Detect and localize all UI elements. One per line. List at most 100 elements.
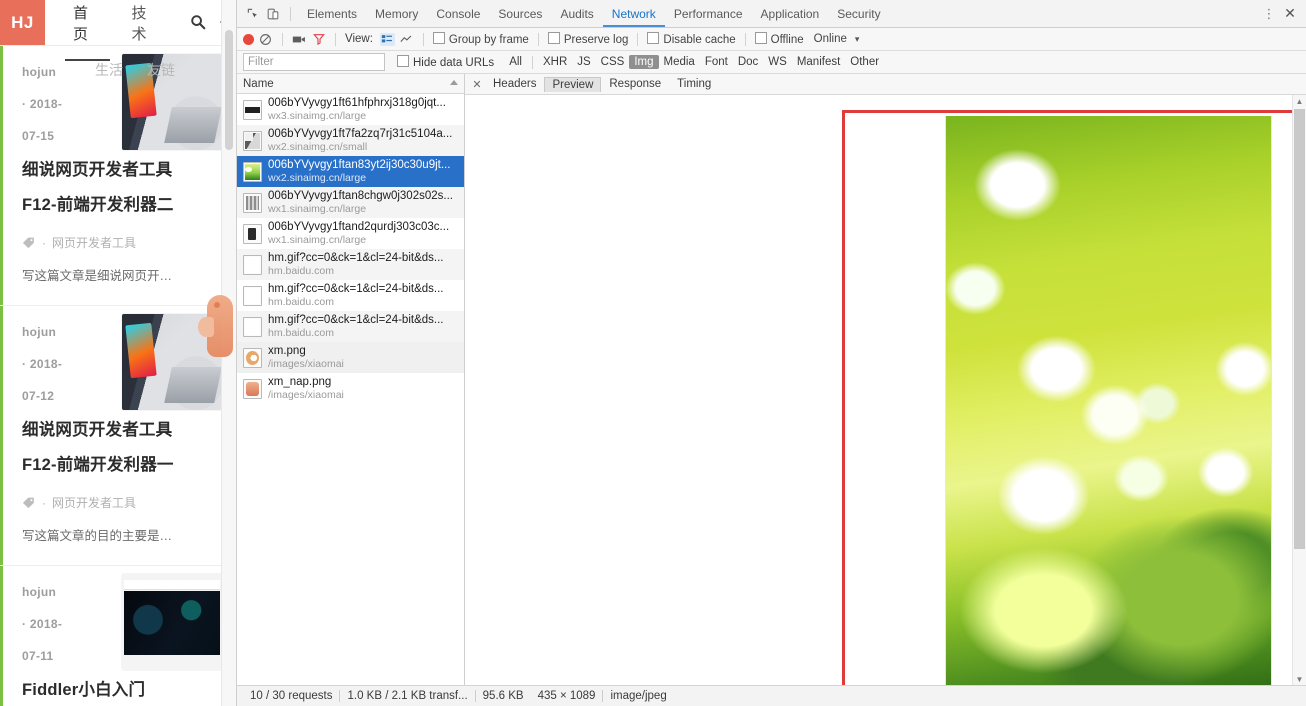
tab-security[interactable]: Security: [828, 1, 889, 27]
checkbox-box[interactable]: [397, 55, 409, 67]
tab-sources[interactable]: Sources: [489, 1, 551, 27]
filter-input[interactable]: Filter: [243, 53, 385, 71]
devtools-panel: Elements Memory Console Sources Audits N…: [236, 0, 1306, 706]
tabbar-divider: [290, 7, 291, 21]
sort-asc-icon[interactable]: [450, 80, 458, 85]
article-title-line1[interactable]: 细说网页开发者工具: [22, 154, 218, 187]
group-by-frame-checkbox[interactable]: Group by frame: [433, 32, 529, 46]
filter-type-all[interactable]: All: [504, 55, 527, 69]
preview-image-frame: [945, 116, 1272, 685]
article-title-line1[interactable]: Fiddler小白入门: [22, 674, 218, 706]
offline-checkbox[interactable]: Offline: [755, 32, 804, 46]
page-scrollbar-thumb[interactable]: [225, 30, 233, 150]
clear-icon[interactable]: [258, 32, 273, 47]
detail-tab-response[interactable]: Response: [601, 76, 669, 92]
filter-icon[interactable]: [311, 32, 326, 47]
more-options-icon[interactable]: ⋮: [1260, 6, 1278, 22]
filter-type-manifest[interactable]: Manifest: [792, 55, 845, 69]
webpage-panel: HJ 首页 技术 生活 友链 hojun: [0, 0, 236, 706]
filter-type-ws[interactable]: WS: [763, 55, 792, 69]
tab-network[interactable]: Network: [603, 1, 665, 27]
request-row[interactable]: xm.png/images/xiaomai: [237, 342, 464, 373]
request-row[interactable]: xm_nap.png/images/xiaomai: [237, 373, 464, 404]
article-tag-label[interactable]: 网页开发者工具: [52, 494, 136, 511]
preserve-log-checkbox[interactable]: Preserve log: [548, 32, 629, 46]
request-domain: wx3.sinaimg.cn/large: [268, 110, 366, 122]
filter-type-img[interactable]: Img: [629, 55, 658, 69]
filter-type-xhr[interactable]: XHR: [538, 55, 572, 69]
article-title-line2[interactable]: F12-前端开发利器一: [22, 449, 218, 482]
inspect-icon[interactable]: [243, 4, 263, 24]
chevron-down-icon[interactable]: ▾: [855, 34, 860, 45]
request-domain: hm.baidu.com: [268, 296, 334, 308]
disable-cache-checkbox[interactable]: Disable cache: [647, 32, 735, 46]
tabbar-right-group: ⋮ ✕: [1260, 5, 1300, 22]
request-name: 006bYVyvgy1ftan83yt2ij30c30u9jt...: [268, 159, 450, 171]
request-row[interactable]: hm.gif?cc=0&ck=1&cl=24-bit&ds...hm.baidu…: [237, 311, 464, 342]
article-title-line2[interactable]: F12-前端开发利器二: [22, 189, 218, 222]
preview-scrollbar-thumb[interactable]: [1294, 109, 1305, 549]
checkbox-box[interactable]: [433, 32, 445, 44]
preserve-log-label: Preserve log: [564, 34, 629, 46]
article-tag-label[interactable]: 网页开发者工具: [52, 234, 136, 251]
status-mime: image/jpeg: [603, 690, 673, 702]
preview-image: [946, 116, 1271, 685]
article-thumbnail: [122, 574, 222, 670]
close-detail-icon[interactable]: ✕: [469, 78, 485, 91]
filter-type-font[interactable]: Font: [700, 55, 733, 69]
online-label[interactable]: Online: [814, 33, 847, 45]
request-row[interactable]: 006bYVyvgy1ft7fa2zq7rj31c5104a...wx2.sin…: [237, 125, 464, 156]
filter-type-other[interactable]: Other: [845, 55, 884, 69]
checkbox-box[interactable]: [647, 32, 659, 44]
request-row-selected[interactable]: 006bYVyvgy1ftan83yt2ij30c30u9jt...wx2.si…: [237, 156, 464, 187]
request-row[interactable]: 006bYVyvgy1ft61hfphrxj318g0jqt...wx3.sin…: [237, 94, 464, 125]
site-logo[interactable]: HJ: [0, 0, 45, 45]
tab-memory[interactable]: Memory: [366, 1, 427, 27]
article-excerpt: 写这篇文章的目的主要是…: [22, 527, 218, 545]
preview-scrollbar[interactable]: ▲ ▼: [1292, 95, 1306, 685]
filter-type-doc[interactable]: Doc: [733, 55, 763, 69]
device-toolbar-icon[interactable]: [263, 4, 283, 24]
scroll-up-icon[interactable]: ▲: [1293, 95, 1306, 107]
toolbar-divider: [745, 33, 746, 46]
toolbar-divider: [423, 33, 424, 46]
record-icon[interactable]: [243, 34, 254, 45]
request-row[interactable]: hm.gif?cc=0&ck=1&cl=24-bit&ds...hm.baidu…: [237, 280, 464, 311]
detail-tab-timing[interactable]: Timing: [669, 76, 719, 92]
request-row[interactable]: 006bYVyvgy1ftand2qurdj303c03c...wx1.sina…: [237, 218, 464, 249]
tab-console[interactable]: Console: [427, 1, 489, 27]
list-view-icon[interactable]: [380, 33, 395, 46]
detail-tab-preview[interactable]: Preview: [544, 77, 601, 92]
search-icon[interactable]: [190, 14, 207, 31]
preview-body: ▲ ▼: [465, 95, 1306, 685]
filmstrip-icon[interactable]: [292, 32, 307, 47]
filter-divider: [532, 56, 533, 69]
request-row[interactable]: 006bYVyvgy1ftan8chgw0j302s02s...wx1.sina…: [237, 187, 464, 218]
request-thumbnail-icon: [243, 286, 262, 306]
mascot-decoration-icon: [207, 295, 233, 357]
nav-item-tech[interactable]: 技术: [130, 0, 163, 48]
tab-audits[interactable]: Audits: [551, 1, 602, 27]
filter-type-media[interactable]: Media: [659, 55, 700, 69]
filter-type-css[interactable]: CSS: [596, 55, 630, 69]
article-card[interactable]: hojun · 2018- 07-11 Fiddler小白入门 抓包 · 分析: [0, 566, 232, 706]
article-card[interactable]: hojun · 2018- 07-15 细说网页开发者工具 F12-前端开发利器…: [0, 46, 232, 306]
requests-column-header[interactable]: Name: [237, 74, 464, 94]
tab-elements[interactable]: Elements: [298, 1, 366, 27]
hide-data-urls-checkbox[interactable]: Hide data URLs: [397, 55, 494, 69]
request-domain: /images/xiaomai: [268, 358, 344, 370]
filter-type-js[interactable]: JS: [572, 55, 595, 69]
scroll-down-icon[interactable]: ▼: [1293, 673, 1306, 685]
request-row[interactable]: hm.gif?cc=0&ck=1&cl=24-bit&ds...hm.baidu…: [237, 249, 464, 280]
close-icon[interactable]: ✕: [1280, 5, 1300, 22]
wide-rows-icon[interactable]: [399, 33, 414, 46]
request-thumbnail-icon: [243, 317, 262, 337]
article-title-line1[interactable]: 细说网页开发者工具: [22, 414, 218, 447]
checkbox-box[interactable]: [755, 32, 767, 44]
tab-performance[interactable]: Performance: [665, 1, 752, 27]
nav-item-home[interactable]: 首页: [71, 0, 104, 48]
detail-tab-headers[interactable]: Headers: [485, 76, 544, 92]
tab-application[interactable]: Application: [752, 1, 829, 27]
checkbox-box[interactable]: [548, 32, 560, 44]
article-card[interactable]: hojun · 2018- 07-12 细说网页开发者工具 F12-前端开发利器…: [0, 306, 232, 566]
